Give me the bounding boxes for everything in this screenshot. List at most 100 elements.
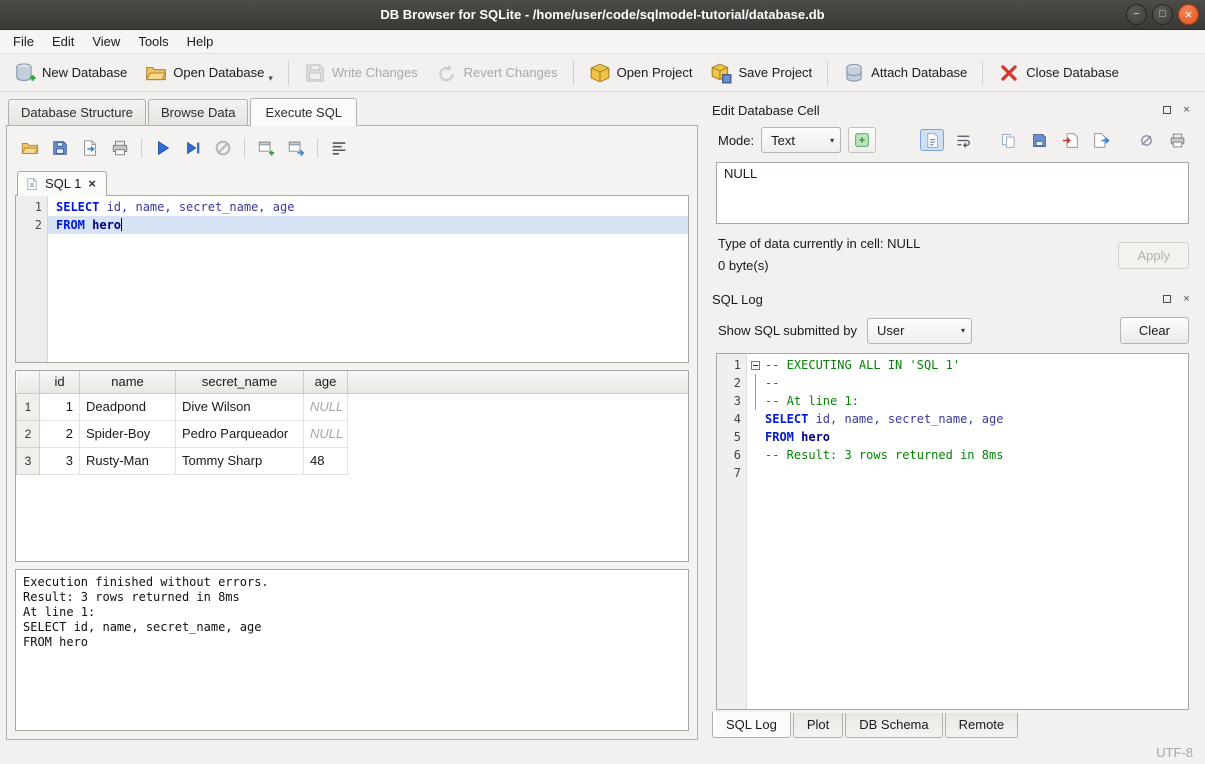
- save-sql-file-button[interactable]: [47, 136, 73, 160]
- new-database-button[interactable]: New Database: [6, 57, 135, 89]
- save-cell-button[interactable]: [1027, 129, 1051, 151]
- cell-size-info: 0 byte(s): [718, 255, 1118, 277]
- edit-cell-toolbar-row: Mode: Text ▾: [706, 122, 1199, 162]
- row-number[interactable]: 2: [17, 420, 40, 447]
- revert-changes-button[interactable]: Revert Changes: [428, 57, 566, 89]
- sql-tab[interactable]: SQL 1 ×: [17, 171, 107, 196]
- cell[interactable]: Spider-Boy: [80, 420, 176, 447]
- log-line[interactable]: SELECT id, name, secret_name, age: [763, 410, 1188, 428]
- close-database-button[interactable]: Close Database: [990, 57, 1127, 89]
- log-line[interactable]: -- Result: 3 rows returned in 8ms: [763, 446, 1188, 464]
- new-sql-tab-button[interactable]: [253, 136, 279, 160]
- editor-code[interactable]: SELECT id, name, secret_name, ageFROM he…: [48, 196, 688, 362]
- import-cell-button[interactable]: [1058, 129, 1082, 151]
- apply-button[interactable]: Apply: [1118, 242, 1189, 269]
- close-icon[interactable]: ×: [1178, 102, 1195, 119]
- log-filter-combobox[interactable]: User ▾: [867, 318, 972, 344]
- column-header-id[interactable]: id: [40, 371, 80, 393]
- column-header-age[interactable]: age: [304, 371, 348, 393]
- cell[interactable]: 2: [40, 420, 80, 447]
- row-number[interactable]: 1: [17, 393, 40, 420]
- close-icon[interactable]: ×: [1178, 291, 1195, 308]
- execution-message: Execution finished without errors. Resul…: [15, 569, 689, 731]
- execute-line-button[interactable]: [180, 136, 206, 160]
- stop-button[interactable]: [210, 136, 236, 160]
- cell[interactable]: Rusty-Man: [80, 447, 176, 474]
- cell[interactable]: 1: [40, 393, 80, 420]
- attach-database-button[interactable]: Attach Database: [835, 57, 975, 89]
- row-number[interactable]: 3: [17, 447, 40, 474]
- open-database-button[interactable]: Open Database▾: [137, 57, 281, 89]
- float-icon[interactable]: [1158, 291, 1175, 308]
- cell[interactable]: NULL: [304, 393, 348, 420]
- export-cell-icon: [1093, 132, 1110, 149]
- cell[interactable]: Deadpond: [80, 393, 176, 420]
- tab-execute-sql[interactable]: Execute SQL: [250, 98, 357, 126]
- code-line[interactable]: FROM hero: [48, 216, 688, 234]
- window-close-icon[interactable]: ×: [1178, 4, 1199, 25]
- clear-button[interactable]: Clear: [1120, 317, 1189, 344]
- log-line[interactable]: -- EXECUTING ALL IN 'SQL 1': [763, 356, 1188, 374]
- open-in-tab-button[interactable]: [283, 136, 309, 160]
- code-line[interactable]: SELECT id, name, secret_name, age: [48, 198, 688, 216]
- chevron-down-icon: ▾: [830, 136, 834, 145]
- mode-combobox[interactable]: Text ▾: [761, 127, 841, 153]
- results-grid: idnamesecret_nameage 11DeadpondDive Wils…: [15, 370, 689, 562]
- format-sql-button[interactable]: [326, 136, 352, 160]
- cell[interactable]: NULL: [304, 420, 348, 447]
- export-cell-button[interactable]: [1089, 129, 1113, 151]
- fold-collapse-icon[interactable]: [751, 361, 760, 370]
- line-number: 5: [717, 428, 741, 446]
- set-null-button[interactable]: [1134, 129, 1158, 151]
- cell[interactable]: Dive Wilson: [176, 393, 304, 420]
- word-wrap-button[interactable]: [951, 129, 975, 151]
- cell-editor[interactable]: NULL: [716, 162, 1189, 224]
- cell[interactable]: 48: [304, 447, 348, 474]
- write-changes-button[interactable]: Write Changes: [296, 57, 426, 89]
- menu-help[interactable]: Help: [178, 30, 223, 53]
- log-line[interactable]: -- At line 1:: [763, 392, 1188, 410]
- cell[interactable]: Pedro Parqueador: [176, 420, 304, 447]
- token: SELECT: [56, 200, 99, 214]
- export-results-button[interactable]: [77, 136, 103, 160]
- menu-edit[interactable]: Edit: [43, 30, 83, 53]
- line-number: 2: [16, 216, 42, 234]
- tab-close-icon[interactable]: ×: [87, 177, 97, 190]
- menu-file[interactable]: File: [4, 30, 43, 53]
- save-project-button[interactable]: Save Project: [702, 57, 820, 89]
- open-project-button[interactable]: Open Project: [581, 57, 701, 89]
- window-minimize-icon[interactable]: −: [1126, 4, 1147, 25]
- sql-editor[interactable]: 12 SELECT id, name, secret_name, ageFROM…: [15, 195, 689, 363]
- log-code[interactable]: -- EXECUTING ALL IN 'SQL 1'---- At line …: [763, 354, 1188, 709]
- text-mode-button[interactable]: [920, 129, 944, 151]
- grid-corner[interactable]: [17, 371, 40, 393]
- open-sql-file-button[interactable]: [17, 136, 43, 160]
- print-button[interactable]: [107, 136, 133, 160]
- fold-marker[interactable]: [747, 356, 763, 374]
- float-icon[interactable]: [1158, 102, 1175, 119]
- print-cell-button[interactable]: [1165, 129, 1189, 151]
- bottom-tab-plot[interactable]: Plot: [793, 713, 843, 738]
- log-line[interactable]: [763, 464, 1188, 482]
- column-header-name[interactable]: name: [80, 371, 176, 393]
- bottom-tab-sql-log[interactable]: SQL Log: [712, 712, 791, 738]
- column-header-secret-name[interactable]: secret_name: [176, 371, 304, 393]
- cell[interactable]: Tommy Sharp: [176, 447, 304, 474]
- window-maximize-icon[interactable]: □: [1152, 4, 1173, 25]
- sql-log-view[interactable]: 1234567 -- EXECUTING ALL IN 'SQL 1'---- …: [716, 353, 1189, 710]
- tab-database-structure[interactable]: Database Structure: [8, 99, 146, 125]
- copy-cell-button[interactable]: [996, 129, 1020, 151]
- log-line[interactable]: FROM hero: [763, 428, 1188, 446]
- menu-view[interactable]: View: [83, 30, 129, 53]
- log-line[interactable]: --: [763, 374, 1188, 392]
- menu-tools[interactable]: Tools: [129, 30, 177, 53]
- token: -- Result: 3 rows returned in 8ms: [765, 448, 1003, 462]
- mode-settings-button[interactable]: [848, 127, 876, 153]
- tab-browse-data[interactable]: Browse Data: [148, 99, 248, 125]
- cell[interactable]: 3: [40, 447, 80, 474]
- bottom-tab-remote[interactable]: Remote: [945, 713, 1019, 738]
- chevron-down-icon[interactable]: ▾: [268, 73, 273, 84]
- bottom-tab-db-schema[interactable]: DB Schema: [845, 713, 942, 738]
- execute-all-button[interactable]: [150, 136, 176, 160]
- save-project-icon: [710, 62, 732, 84]
